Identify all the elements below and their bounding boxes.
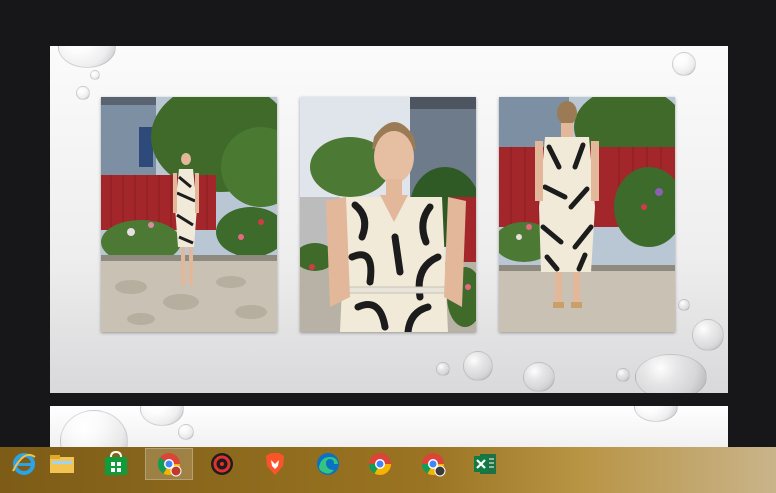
photo-portrait-front[interactable] <box>300 97 476 332</box>
photo-full-body-back[interactable] <box>499 97 675 332</box>
brave-icon <box>266 453 284 475</box>
slide-next[interactable] <box>50 406 728 447</box>
photo-full-body-front[interactable] <box>101 97 277 332</box>
taskbar-button-chrome-3[interactable] <box>409 448 457 480</box>
chrome-icon-3 <box>422 453 446 477</box>
edge-icon <box>317 453 339 475</box>
presentation-viewer <box>0 0 776 447</box>
store-icon <box>105 451 127 475</box>
taskbar <box>0 447 776 493</box>
file-explorer-icon <box>50 455 74 473</box>
water-drop-decoration <box>634 406 678 422</box>
water-drop-decoration <box>436 362 450 376</box>
water-drop-decoration <box>616 368 630 382</box>
taskbar-button-file-explorer[interactable] <box>38 448 86 480</box>
taskbar-button-chrome-2[interactable] <box>356 448 404 480</box>
chrome-icon-2 <box>369 453 391 475</box>
taskbar-button-excel[interactable] <box>461 448 509 480</box>
water-drop-decoration <box>58 46 116 68</box>
slide-current[interactable] <box>50 46 728 393</box>
water-drop-decoration <box>692 319 724 351</box>
chrome-icon <box>157 453 182 477</box>
water-drop-decoration <box>76 86 90 100</box>
water-drop-decoration <box>90 70 100 80</box>
taskbar-button-store[interactable] <box>92 448 140 480</box>
water-drop-decoration <box>60 410 128 447</box>
taskbar-button-brave[interactable] <box>251 448 299 480</box>
water-drop-decoration <box>140 406 184 426</box>
water-drop-decoration <box>672 52 696 76</box>
app-red-icon <box>211 453 233 475</box>
water-drop-decoration <box>678 299 690 311</box>
taskbar-button-chrome[interactable] <box>145 448 193 480</box>
water-drop-decoration <box>523 362 555 392</box>
water-drop-decoration <box>635 354 707 393</box>
taskbar-button-app-red[interactable] <box>198 448 246 480</box>
water-drop-decoration <box>178 424 194 440</box>
internet-explorer-icon <box>12 453 36 475</box>
water-drop-decoration <box>463 351 493 381</box>
taskbar-button-edge[interactable] <box>304 448 352 480</box>
excel-icon <box>474 454 496 474</box>
